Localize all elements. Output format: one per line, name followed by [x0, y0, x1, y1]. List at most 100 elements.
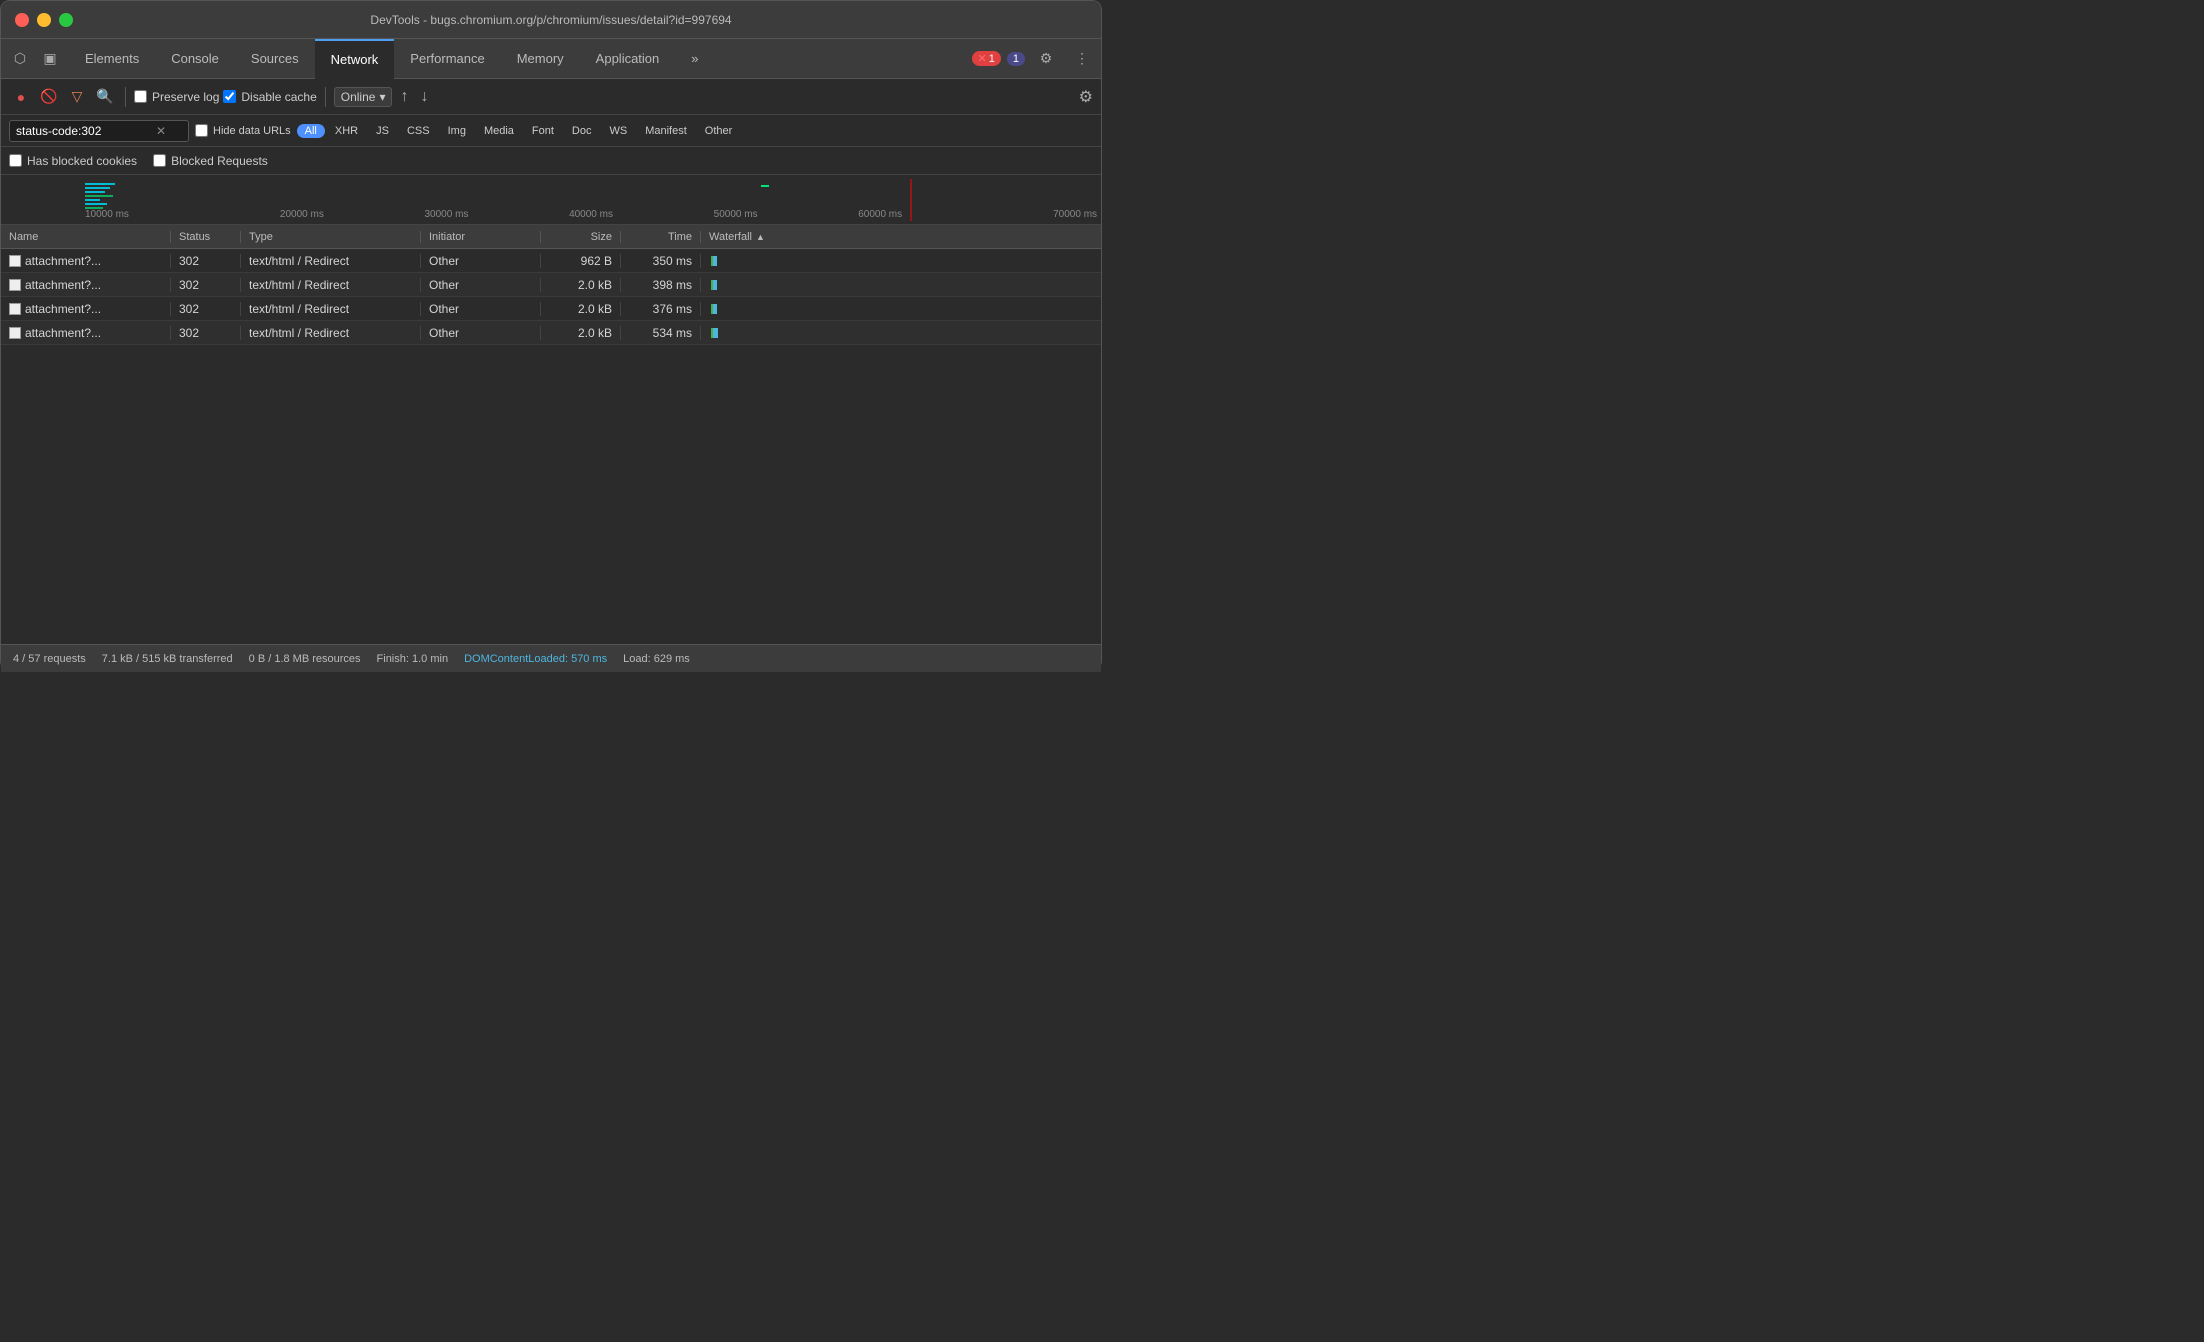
record-button[interactable]: ● [9, 85, 33, 109]
tab-more[interactable]: » [675, 39, 714, 79]
blocked-requests-checkbox[interactable] [153, 154, 166, 167]
maximize-button[interactable] [59, 13, 73, 27]
tab-elements[interactable]: Elements [69, 39, 155, 79]
minimize-button[interactable] [37, 13, 51, 27]
status-bar: 4 / 57 requests 7.1 kB / 515 kB transfer… [1, 644, 1101, 672]
table-header: Name Status Type Initiator Size Time Wat… [1, 225, 1101, 249]
disable-cache-checkbox[interactable] [223, 90, 236, 103]
file-icon [9, 327, 21, 339]
td-time: 376 ms [621, 302, 701, 316]
filter-clear-icon[interactable]: ✕ [156, 124, 166, 138]
download-icon[interactable]: ↓ [416, 88, 432, 106]
timeline-header: 10000 ms 20000 ms 30000 ms 40000 ms 5000… [1, 175, 1101, 225]
td-type: text/html / Redirect [241, 302, 421, 316]
table-row[interactable]: attachment?... 302 text/html / Redirect … [1, 297, 1101, 321]
cursor-icon[interactable]: ⬡ [5, 44, 35, 74]
td-waterfall [701, 328, 1101, 338]
error-badge: ✕ 1 [972, 51, 1001, 66]
filter-type-other[interactable]: Other [697, 124, 741, 138]
filter-type-buttons: All XHR JS CSS Img Media Font Doc WS Man… [297, 124, 741, 138]
filter-type-all[interactable]: All [297, 124, 325, 138]
disable-cache-checkbox-label[interactable]: Disable cache [223, 90, 316, 104]
dock-icon[interactable]: ▣ [35, 44, 65, 74]
table-row[interactable]: attachment?... 302 text/html / Redirect … [1, 273, 1101, 297]
filter-type-img[interactable]: Img [440, 124, 474, 138]
th-type[interactable]: Type [241, 231, 421, 243]
td-waterfall [701, 280, 1101, 290]
th-time[interactable]: Time [621, 231, 701, 243]
tabs-row: ⬡ ▣ Elements Console Sources Network Per… [1, 39, 1101, 79]
tab-network[interactable]: Network [315, 39, 395, 79]
filter-type-xhr[interactable]: XHR [327, 124, 366, 138]
table-row[interactable]: attachment?... 302 text/html / Redirect … [1, 321, 1101, 345]
search-icon[interactable]: 🔍 [93, 85, 117, 109]
more-options-icon[interactable]: ⋮ [1067, 44, 1097, 74]
filter-type-doc[interactable]: Doc [564, 124, 600, 138]
td-status: 302 [171, 278, 241, 292]
tab-application[interactable]: Application [580, 39, 676, 79]
tab-console[interactable]: Console [155, 39, 235, 79]
close-button[interactable] [15, 13, 29, 27]
tabs-right: ✕ 1 1 ⚙ ⋮ [972, 44, 1097, 74]
td-waterfall [701, 304, 1101, 314]
has-blocked-cookies-label[interactable]: Has blocked cookies [9, 154, 137, 168]
td-status: 302 [171, 302, 241, 316]
filter-type-media[interactable]: Media [476, 124, 522, 138]
hide-data-urls-label[interactable]: Hide data URLs [195, 124, 291, 137]
upload-icon[interactable]: ↑ [396, 88, 412, 106]
preserve-log-checkbox[interactable] [134, 90, 147, 103]
checkbox-row: Has blocked cookies Blocked Requests [1, 147, 1101, 175]
chevron-down-icon: ▾ [379, 90, 385, 104]
td-name: attachment?... [1, 254, 171, 268]
filter-type-ws[interactable]: WS [601, 124, 635, 138]
td-size: 2.0 kB [541, 278, 621, 292]
network-settings-icon[interactable]: ⚙ [1079, 87, 1093, 107]
filter-type-manifest[interactable]: Manifest [637, 124, 695, 138]
tab-sources[interactable]: Sources [235, 39, 315, 79]
preserve-log-checkbox-label[interactable]: Preserve log [134, 90, 219, 104]
table-row[interactable]: attachment?... 302 text/html / Redirect … [1, 249, 1101, 273]
blocked-requests-label[interactable]: Blocked Requests [153, 154, 268, 168]
divider-2 [325, 87, 326, 107]
filter-input[interactable] [16, 124, 156, 138]
has-blocked-cookies-checkbox[interactable] [9, 154, 22, 167]
td-size: 2.0 kB [541, 326, 621, 340]
filter-input-wrap: ✕ [9, 120, 189, 142]
clear-button[interactable]: 🚫 [37, 85, 61, 109]
sort-desc-icon: ▲ [756, 232, 765, 242]
resources-size: 0 B / 1.8 MB resources [249, 653, 361, 665]
th-status[interactable]: Status [171, 231, 241, 243]
th-name[interactable]: Name [1, 231, 171, 243]
th-waterfall[interactable]: Waterfall ▲ [701, 231, 1101, 243]
td-name: attachment?... [1, 278, 171, 292]
filter-row: ✕ Hide data URLs All XHR JS CSS Img Medi… [1, 115, 1101, 147]
td-type: text/html / Redirect [241, 326, 421, 340]
td-initiator: Other [421, 254, 541, 268]
toolbar-row: ● 🚫 ▽ 🔍 Preserve log Disable cache Onlin… [1, 79, 1101, 115]
th-size[interactable]: Size [541, 231, 621, 243]
warning-badge: 1 [1007, 52, 1025, 66]
tab-memory[interactable]: Memory [501, 39, 580, 79]
table-body: attachment?... 302 text/html / Redirect … [1, 249, 1101, 644]
tab-tools: ⬡ ▣ [5, 44, 65, 74]
traffic-lights [15, 13, 73, 27]
file-icon [9, 279, 21, 291]
hide-data-urls-checkbox[interactable] [195, 124, 208, 137]
td-size: 962 B [541, 254, 621, 268]
settings-icon[interactable]: ⚙ [1031, 44, 1061, 74]
td-name: attachment?... [1, 302, 171, 316]
td-initiator: Other [421, 302, 541, 316]
th-initiator[interactable]: Initiator [421, 231, 541, 243]
td-status: 302 [171, 326, 241, 340]
td-name: attachment?... [1, 326, 171, 340]
title-bar: DevTools - bugs.chromium.org/p/chromium/… [1, 1, 1101, 39]
throttle-select[interactable]: Online ▾ [334, 87, 393, 107]
td-initiator: Other [421, 326, 541, 340]
window-title: DevTools - bugs.chromium.org/p/chromium/… [370, 13, 731, 27]
tab-performance[interactable]: Performance [394, 39, 500, 79]
filter-type-font[interactable]: Font [524, 124, 562, 138]
file-icon [9, 255, 21, 267]
filter-icon[interactable]: ▽ [65, 85, 89, 109]
filter-type-css[interactable]: CSS [399, 124, 438, 138]
filter-type-js[interactable]: JS [368, 124, 397, 138]
